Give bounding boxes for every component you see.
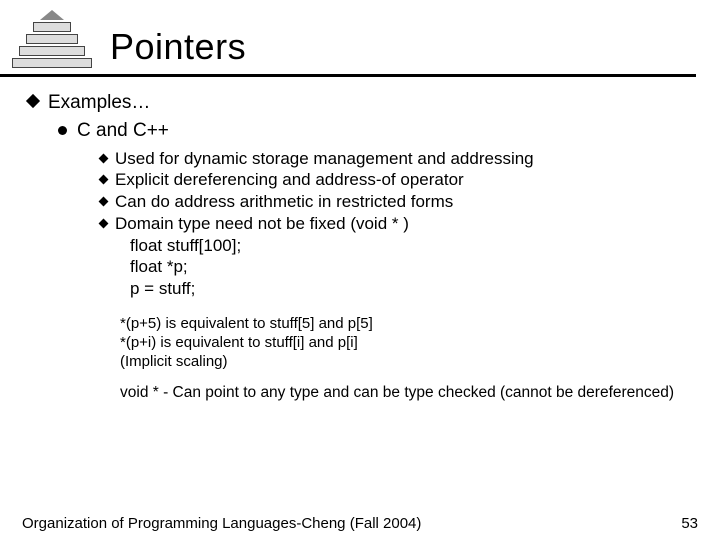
bullet-text: Can do address arithmetic in restricted … — [115, 192, 453, 211]
small-diamond-icon — [99, 218, 109, 228]
slide-content: Examples… C and C++ Used for dynamic sto… — [0, 77, 720, 403]
bullet-text: Examples… — [48, 92, 150, 113]
small-diamond-icon — [99, 175, 109, 185]
bullet-level3: Explicit dereferencing and address-of op… — [100, 169, 696, 191]
pyramid-icon — [8, 8, 96, 72]
code-line: float stuff[100]; — [130, 235, 696, 257]
code-line: float *p; — [130, 256, 696, 278]
note-line: *(p+i) is equivalent to stuff[i] and p[i… — [120, 333, 696, 352]
void-note: void * - Can point to any type and can b… — [120, 383, 696, 403]
slide-footer: Organization of Programming Languages-Ch… — [22, 515, 698, 532]
bullet-text: Domain type need not be fixed (void * ) — [115, 214, 409, 233]
bullet-text: Used for dynamic storage management and … — [115, 149, 534, 168]
slide-header: Pointers — [0, 0, 720, 72]
note-line: (Implicit scaling) — [120, 352, 696, 371]
footer-text: Organization of Programming Languages-Ch… — [22, 515, 421, 532]
bullet-level1: Examples… — [28, 91, 696, 115]
disc-icon — [58, 126, 67, 135]
small-diamond-icon — [99, 197, 109, 207]
code-line: p = stuff; — [130, 278, 696, 300]
bullet-level2: C and C++ — [58, 119, 696, 143]
bullet-level3: Can do address arithmetic in restricted … — [100, 191, 696, 213]
bullet-level3: Domain type need not be fixed (void * ) — [100, 213, 696, 235]
slide-title: Pointers — [110, 26, 246, 68]
bullet-text: C and C++ — [77, 120, 169, 141]
small-diamond-icon — [99, 153, 109, 163]
diamond-icon — [26, 94, 40, 108]
bullet-text: Explicit dereferencing and address-of op… — [115, 170, 464, 189]
note-line: *(p+5) is equivalent to stuff[5] and p[5… — [120, 314, 696, 333]
page-number: 53 — [681, 515, 698, 532]
bullet-level3: Used for dynamic storage management and … — [100, 148, 696, 170]
